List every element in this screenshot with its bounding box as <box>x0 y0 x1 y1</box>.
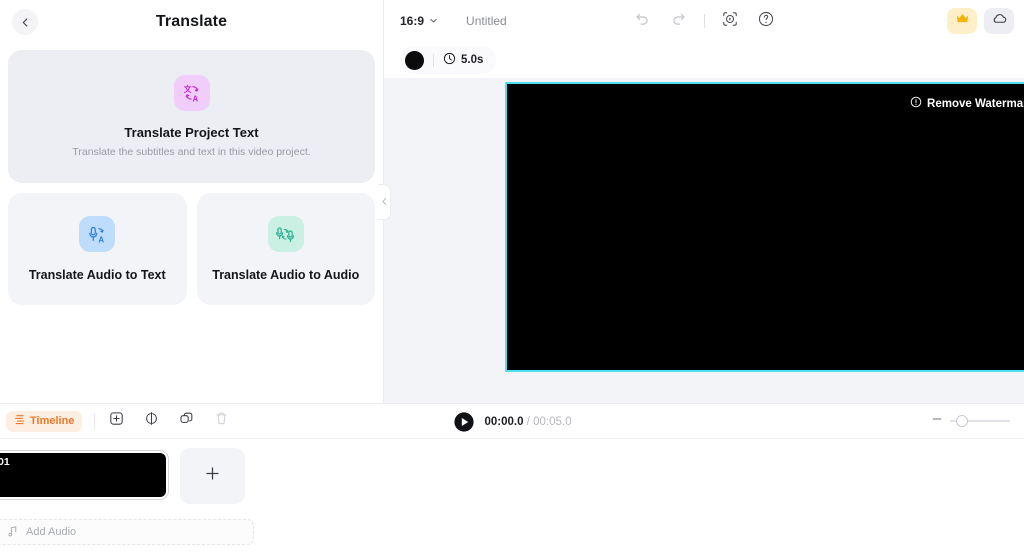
page-title: Translate <box>155 13 228 30</box>
toolbar-divider <box>703 14 705 28</box>
editor-area: 16:9 Untitled 5.0s Remove Watermark <box>384 0 1024 403</box>
time-display: 00:00.0 / 00:05.0 <box>485 416 572 428</box>
preview-button[interactable] <box>719 10 741 32</box>
card-title: Translate Audio to Audio <box>212 268 360 282</box>
card-translate-project-text[interactable]: 文 A Translate Project Text Translate the… <box>8 50 375 183</box>
project-name-field[interactable]: Untitled <box>466 14 507 28</box>
clip-duration-button[interactable]: 5.0s <box>443 52 483 68</box>
card-subtitle: Translate the subtitles and text in this… <box>72 146 311 158</box>
translate-card-list: 文 A Translate Project Text Translate the… <box>0 44 383 305</box>
timeline-divider <box>94 413 96 429</box>
top-region: Translate 文 A Translate Project Text Tra… <box>0 0 1024 403</box>
timeline-clip[interactable]: 01 <box>0 450 169 500</box>
zoom-slider-handle[interactable] <box>956 415 968 427</box>
editor-toolbar: 16:9 Untitled <box>384 0 1024 42</box>
clip-color-swatch[interactable] <box>405 50 424 70</box>
plus-icon <box>204 465 221 487</box>
clock-icon <box>443 52 456 68</box>
card-translate-audio-to-text[interactable]: A Translate Audio to Text <box>8 193 187 305</box>
total-time: 00:05.0 <box>533 416 572 428</box>
undo-icon <box>634 10 651 32</box>
upgrade-button[interactable] <box>947 8 977 34</box>
sidebar-collapse-handle[interactable] <box>378 184 391 220</box>
card-title: Translate Audio to Text <box>28 268 166 282</box>
translate-card-row: A Translate Audio to Text Translate Audi… <box>8 193 375 305</box>
chip-divider <box>433 53 434 67</box>
split-tool[interactable] <box>142 412 160 430</box>
back-button[interactable] <box>12 9 38 35</box>
undo-button[interactable] <box>632 10 654 32</box>
clip-duration-value: 5.0s <box>461 54 484 66</box>
remove-watermark-label: Remove Watermark <box>927 97 1024 110</box>
chevron-left-icon <box>381 193 388 211</box>
help-circle-icon <box>757 10 775 33</box>
card-title: Translate Project Text <box>124 125 259 140</box>
clip-properties-bar: 5.0s <box>384 42 1024 78</box>
play-icon <box>453 412 475 437</box>
cloud-icon <box>991 10 1008 32</box>
split-icon <box>144 411 159 431</box>
duplicate-icon <box>179 411 194 431</box>
crown-icon <box>955 11 970 31</box>
info-circle-icon <box>910 96 922 111</box>
preview-play-icon <box>721 10 739 33</box>
zoom-slider[interactable] <box>950 414 1010 428</box>
timeline-tracks[interactable]: 01 Add Audio <box>0 439 1024 559</box>
toolbar-right-actions <box>947 8 1014 34</box>
remove-watermark-button[interactable]: Remove Watermark <box>910 96 1024 111</box>
chevron-left-icon <box>20 17 31 28</box>
cloud-save-button[interactable] <box>984 8 1014 34</box>
svg-text:A: A <box>98 235 104 244</box>
add-audio-label: Add Audio <box>26 526 77 538</box>
clip-index-label: 01 <box>0 456 10 468</box>
tab-timeline-label: Timeline <box>30 415 75 427</box>
music-note-icon <box>7 525 19 540</box>
trash-icon <box>214 411 229 431</box>
preview-stage[interactable]: Remove Watermark <box>384 78 1024 403</box>
mic-to-mic-icon <box>267 216 304 252</box>
translate-sidebar: Translate 文 A Translate Project Text Tra… <box>0 0 384 403</box>
add-audio-track[interactable]: Add Audio <box>0 519 254 545</box>
help-button[interactable] <box>755 10 777 32</box>
sidebar-header: Translate <box>0 0 383 44</box>
aspect-ratio-value: 16:9 <box>400 14 425 28</box>
tab-timeline[interactable]: Timeline <box>6 410 83 432</box>
add-clip-tool[interactable] <box>107 412 125 430</box>
video-canvas[interactable]: Remove Watermark <box>505 82 1024 372</box>
mic-to-text-icon: A <box>79 216 116 252</box>
aspect-ratio-selector[interactable]: 16:9 <box>400 14 438 28</box>
add-box-icon <box>109 411 124 431</box>
duplicate-tool[interactable] <box>177 412 195 430</box>
timeline-icon <box>14 414 25 428</box>
zoom-out-button[interactable] <box>930 414 944 428</box>
minus-icon <box>931 412 943 430</box>
delete-tool[interactable] <box>212 412 230 430</box>
zoom-controls <box>930 414 1010 428</box>
timeline-tools <box>107 412 230 430</box>
chevron-down-icon <box>429 14 438 28</box>
redo-button[interactable] <box>668 10 690 32</box>
clip-chip: 5.0s <box>400 46 497 74</box>
translate-text-icon: 文 A <box>173 75 210 111</box>
time-separator: / <box>523 416 534 428</box>
svg-text:A: A <box>192 95 198 104</box>
video-track-row: 01 <box>0 448 1024 504</box>
redo-icon <box>670 10 687 32</box>
app-root: Translate 文 A Translate Project Text Tra… <box>0 0 1024 559</box>
timeline-toolbar: Timeline 00:00.0 / 00:05.0 <box>0 403 1024 439</box>
svg-text:文: 文 <box>183 84 191 94</box>
current-time: 00:00.0 <box>484 416 524 428</box>
card-translate-audio-to-audio[interactable]: Translate Audio to Audio <box>196 193 375 305</box>
add-media-button[interactable] <box>180 448 245 504</box>
play-button[interactable] <box>453 411 475 433</box>
